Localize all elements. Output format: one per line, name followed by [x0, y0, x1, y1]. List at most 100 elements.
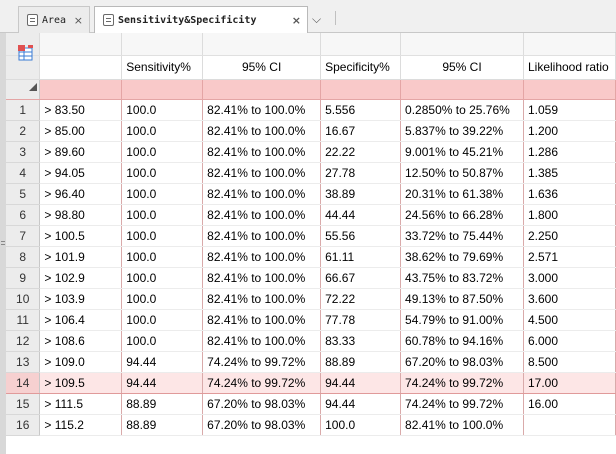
- cell-ci1[interactable]: 82.41% to 100.0%: [202, 99, 322, 121]
- cell-criterion[interactable]: > 108.6: [39, 330, 123, 352]
- filter-cell[interactable]: [320, 79, 402, 100]
- col-header-criterion[interactable]: [39, 55, 123, 80]
- table-row[interactable]: 3 > 89.60 100.0 82.41% to 100.0% 22.22 9.001%…: [6, 141, 616, 163]
- row-number[interactable]: 13: [6, 351, 41, 373]
- cell-criterion[interactable]: > 83.50: [39, 99, 123, 121]
- cell-specificity[interactable]: 16.67: [320, 120, 402, 142]
- cell-ci2[interactable]: 74.24% to 99.72%: [400, 371, 524, 394]
- cell-sensitivity[interactable]: 94.44: [121, 371, 204, 394]
- cell-sensitivity[interactable]: 100.0: [121, 330, 204, 352]
- cell-ci2[interactable]: 82.41% to 100.0%: [400, 414, 524, 436]
- table-row[interactable]: 5 > 96.40 100.0 82.41% to 100.0% 38.89 20.31%…: [6, 183, 616, 205]
- row-number[interactable]: 1: [6, 99, 41, 121]
- tab-sensitivity-specificity[interactable]: Sensitivity&Specificity ×: [94, 6, 308, 34]
- select-all-triangle-icon[interactable]: [29, 83, 37, 91]
- cell-specificity[interactable]: 5.556: [320, 99, 402, 121]
- cell-ci1[interactable]: 82.41% to 100.0%: [202, 246, 322, 268]
- col-header-ci-sensitivity[interactable]: 95% CI: [202, 55, 322, 80]
- cell-ci2[interactable]: 38.62% to 79.69%: [400, 246, 524, 268]
- col-header-specificity[interactable]: Specificity%: [320, 55, 402, 80]
- table-row[interactable]: 2 > 85.00 100.0 82.41% to 100.0% 16.67 5.837%…: [6, 120, 616, 142]
- cell-sensitivity[interactable]: 94.44: [121, 351, 204, 373]
- table-row[interactable]: 14 > 109.5 94.44 74.24% to 99.72% 94.44 74.24…: [6, 371, 616, 394]
- cell-sensitivity[interactable]: 100.0: [121, 288, 204, 310]
- cell-sensitivity[interactable]: 100.0: [121, 141, 204, 163]
- cell-ci2[interactable]: 33.72% to 75.44%: [400, 225, 524, 247]
- row-number[interactable]: 11: [6, 309, 41, 331]
- filter-cell[interactable]: [523, 79, 616, 100]
- cell-lr[interactable]: 3.000: [523, 267, 616, 289]
- cell-sensitivity[interactable]: 100.0: [121, 120, 204, 142]
- filter-cell[interactable]: [121, 79, 204, 100]
- cell-sensitivity[interactable]: 100.0: [121, 204, 204, 226]
- cell-criterion[interactable]: > 85.00: [39, 120, 123, 142]
- cell-specificity[interactable]: 61.11: [320, 246, 402, 268]
- cell-sensitivity[interactable]: 100.0: [121, 309, 204, 331]
- cell-ci2[interactable]: 54.79% to 91.00%: [400, 309, 524, 331]
- cell-ci1[interactable]: 82.41% to 100.0%: [202, 141, 322, 163]
- cell-lr[interactable]: 1.200: [523, 120, 616, 142]
- cell-ci2[interactable]: 24.56% to 66.28%: [400, 204, 524, 226]
- col-header-ci-specificity[interactable]: 95% CI: [400, 55, 524, 80]
- cell-lr[interactable]: 1.286: [523, 141, 616, 163]
- cell-criterion[interactable]: > 115.2: [39, 414, 123, 436]
- cell-lr[interactable]: 16.00: [523, 393, 616, 415]
- cell-ci2[interactable]: 12.50% to 50.87%: [400, 162, 524, 184]
- cell-criterion[interactable]: > 89.60: [39, 141, 123, 163]
- row-number[interactable]: 6: [6, 204, 41, 226]
- table-row[interactable]: 13 > 109.0 94.44 74.24% to 99.72% 88.89 67.20…: [6, 351, 616, 373]
- cell-criterion[interactable]: > 100.5: [39, 225, 123, 247]
- cell-criterion[interactable]: > 109.0: [39, 351, 123, 373]
- close-icon[interactable]: ×: [292, 14, 301, 27]
- cell-specificity[interactable]: 22.22: [320, 141, 402, 163]
- close-icon[interactable]: ×: [74, 14, 83, 27]
- cell-sensitivity[interactable]: 100.0: [121, 246, 204, 268]
- cell-specificity[interactable]: 66.67: [320, 267, 402, 289]
- filter-cell[interactable]: [39, 79, 123, 100]
- cell-ci1[interactable]: 74.24% to 99.72%: [202, 371, 322, 394]
- cell-lr[interactable]: [523, 414, 616, 436]
- table-row[interactable]: 15 > 111.5 88.89 67.20% to 98.03% 94.44 74.24…: [6, 393, 616, 415]
- cell-criterion[interactable]: > 101.9: [39, 246, 123, 268]
- row-number[interactable]: 4: [6, 162, 41, 184]
- cell-sensitivity[interactable]: 88.89: [121, 393, 204, 415]
- cell-specificity[interactable]: 44.44: [320, 204, 402, 226]
- cell-sensitivity[interactable]: 88.89: [121, 414, 204, 436]
- cell-ci1[interactable]: 67.20% to 98.03%: [202, 393, 322, 415]
- table-row[interactable]: 6 > 98.80 100.0 82.41% to 100.0% 44.44 24.56%…: [6, 204, 616, 226]
- table-row[interactable]: 9 > 102.9 100.0 82.41% to 100.0% 66.67 43.75%…: [6, 267, 616, 289]
- cell-lr[interactable]: 3.600: [523, 288, 616, 310]
- col-header-sensitivity[interactable]: Sensitivity%: [121, 55, 204, 80]
- cell-ci1[interactable]: 67.20% to 98.03%: [202, 414, 322, 436]
- cell-specificity[interactable]: 94.44: [320, 371, 402, 394]
- cell-specificity[interactable]: 83.33: [320, 330, 402, 352]
- cell-ci1[interactable]: 82.41% to 100.0%: [202, 162, 322, 184]
- table-row[interactable]: 1 > 83.50 100.0 82.41% to 100.0% 5.556 0.2850…: [6, 99, 616, 121]
- cell-specificity[interactable]: 27.78: [320, 162, 402, 184]
- cell-ci2[interactable]: 20.31% to 61.38%: [400, 183, 524, 205]
- cell-ci2[interactable]: 43.75% to 83.72%: [400, 267, 524, 289]
- cell-lr[interactable]: 1.385: [523, 162, 616, 184]
- cell-ci1[interactable]: 82.41% to 100.0%: [202, 288, 322, 310]
- cell-ci1[interactable]: 82.41% to 100.0%: [202, 330, 322, 352]
- cell-ci1[interactable]: 82.41% to 100.0%: [202, 267, 322, 289]
- cell-specificity[interactable]: 100.0: [320, 414, 402, 436]
- table-row[interactable]: 11 > 106.4 100.0 82.41% to 100.0% 77.78 54.79…: [6, 309, 616, 331]
- cell-criterion[interactable]: > 94.05: [39, 162, 123, 184]
- cell-criterion[interactable]: > 102.9: [39, 267, 123, 289]
- cell-ci2[interactable]: 5.837% to 39.22%: [400, 120, 524, 142]
- cell-lr[interactable]: 1.800: [523, 204, 616, 226]
- cell-specificity[interactable]: 72.22: [320, 288, 402, 310]
- cell-criterion[interactable]: > 106.4: [39, 309, 123, 331]
- cell-ci2[interactable]: 49.13% to 87.50%: [400, 288, 524, 310]
- row-number[interactable]: 7: [6, 225, 41, 247]
- cell-sensitivity[interactable]: 100.0: [121, 267, 204, 289]
- cell-ci2[interactable]: 0.2850% to 25.76%: [400, 99, 524, 121]
- cell-ci2[interactable]: 74.24% to 99.72%: [400, 393, 524, 415]
- cell-lr[interactable]: 2.571: [523, 246, 616, 268]
- cell-lr[interactable]: 17.00: [523, 371, 616, 394]
- row-number[interactable]: 9: [6, 267, 41, 289]
- cell-lr[interactable]: 1.059: [523, 99, 616, 121]
- cell-criterion[interactable]: > 109.5: [39, 371, 123, 394]
- cell-ci2[interactable]: 60.78% to 94.16%: [400, 330, 524, 352]
